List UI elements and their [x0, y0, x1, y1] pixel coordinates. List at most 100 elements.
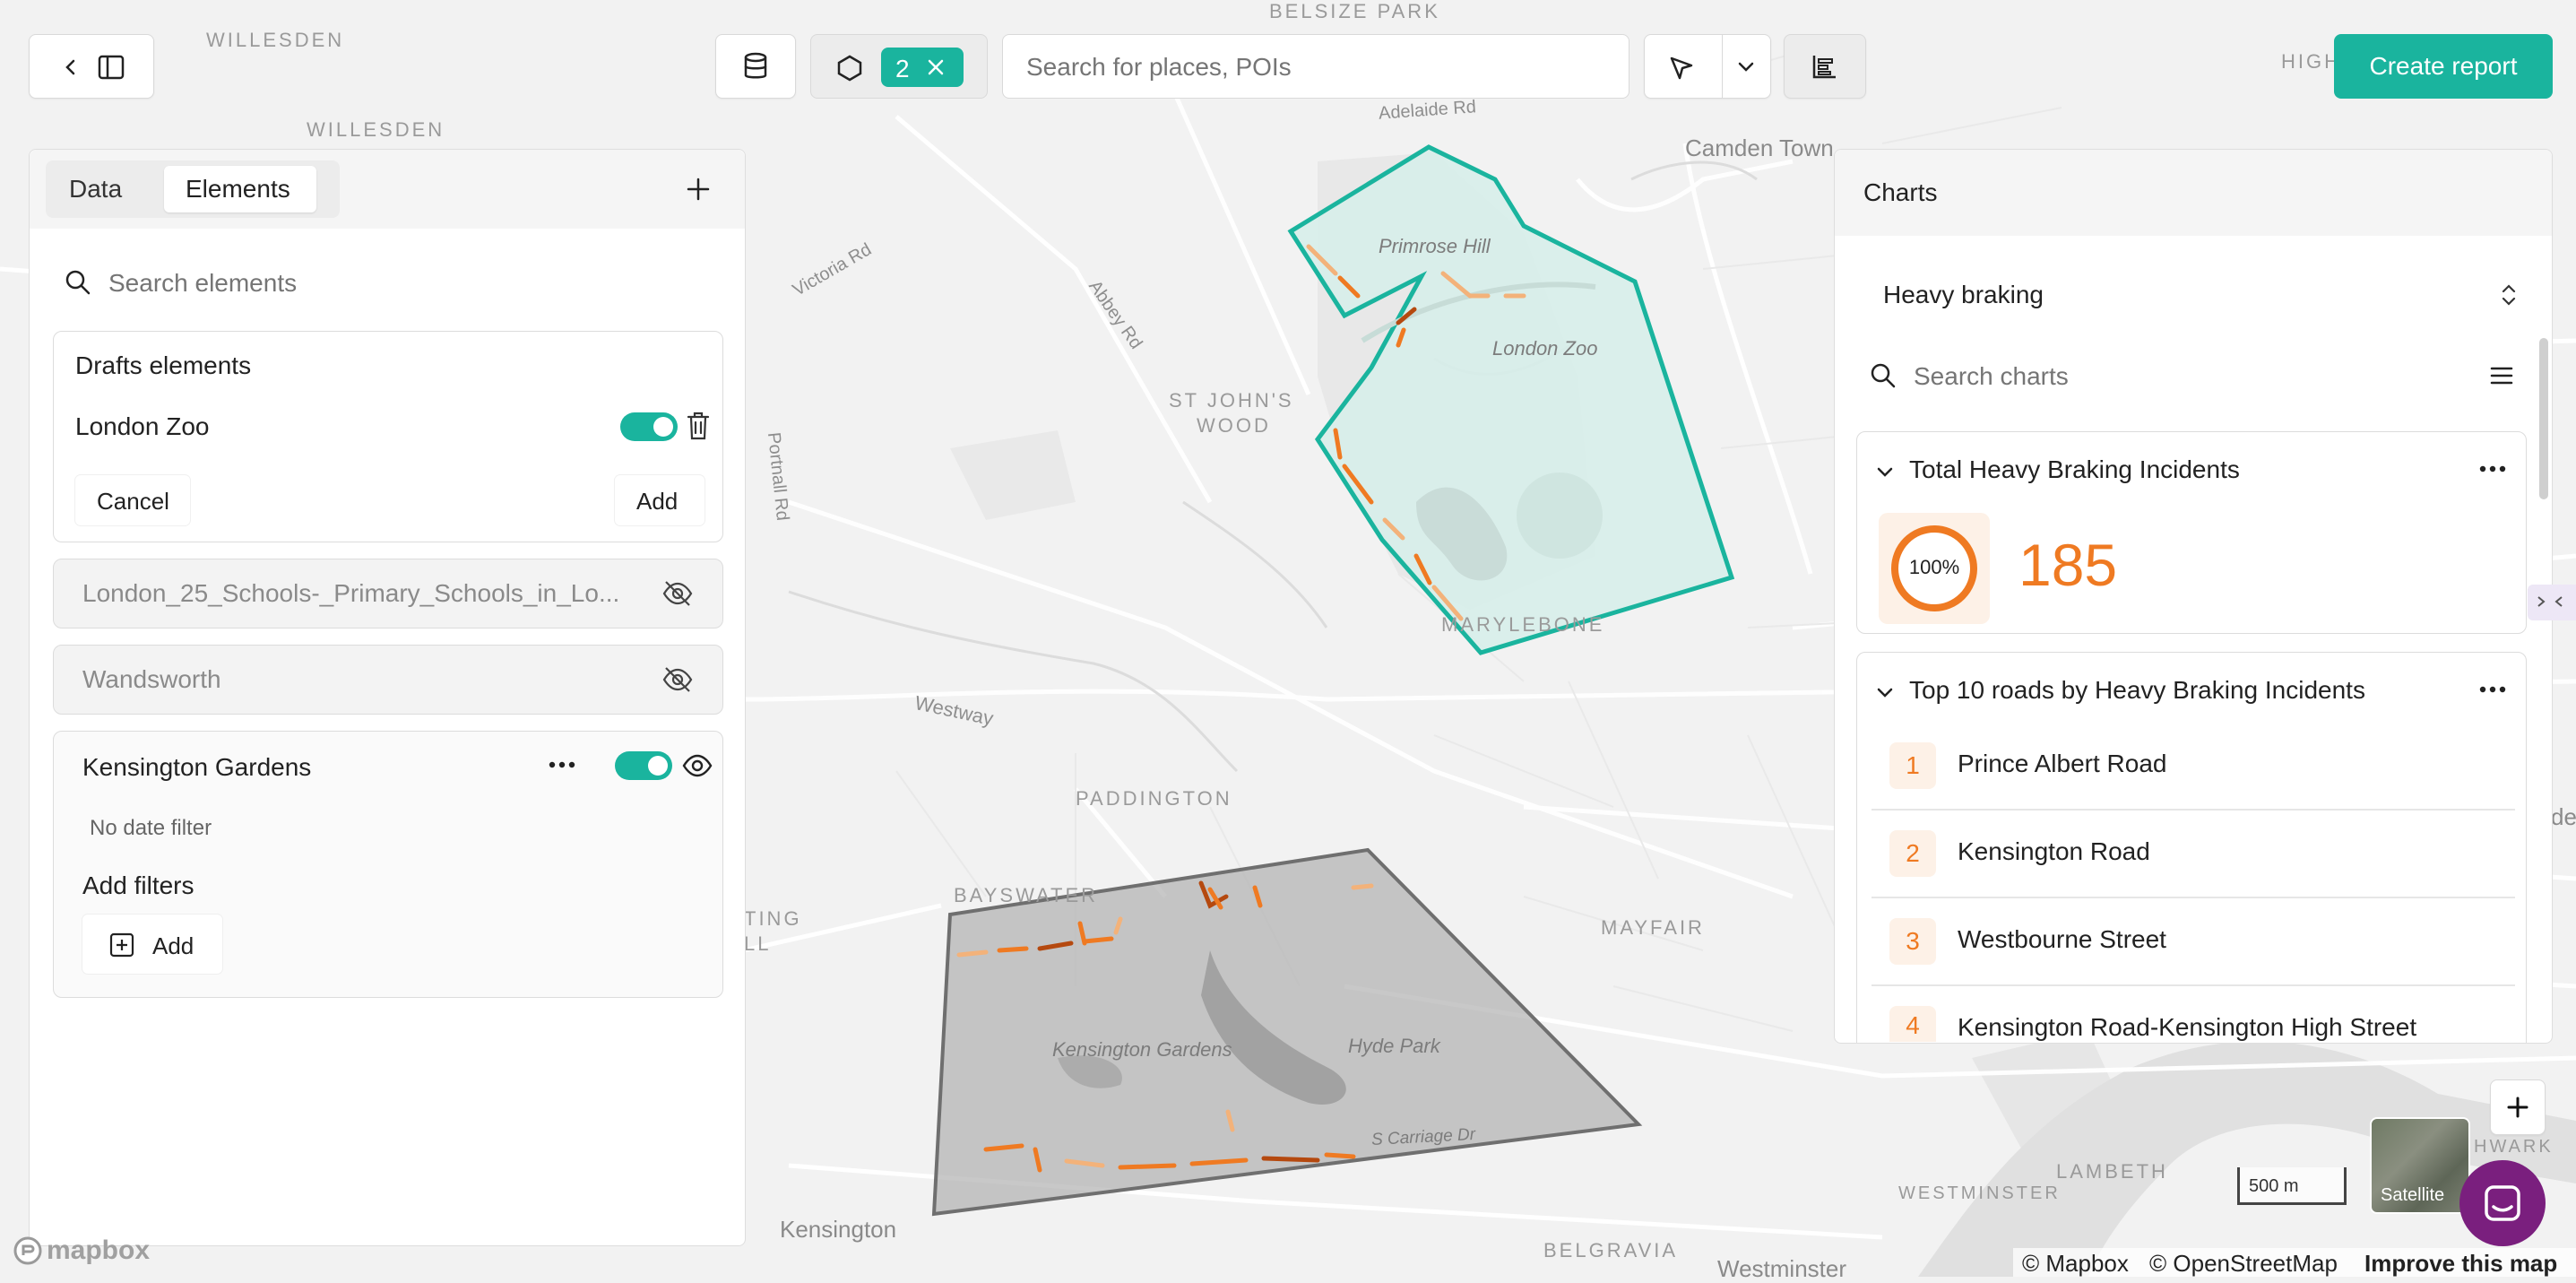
satellite-toggle[interactable]: Satellite	[2370, 1117, 2470, 1214]
back-sidebar-button[interactable]	[29, 34, 154, 99]
draft-item-name: London Zoo	[75, 412, 210, 440]
draft-visibility-toggle[interactable]	[620, 412, 678, 441]
road-name[interactable]: Kensington Road	[1958, 837, 2150, 866]
map-label: Camden Town	[1685, 134, 1834, 161]
plus-icon[interactable]	[686, 177, 711, 202]
metric-select-value: Heavy braking	[1883, 281, 2044, 308]
charts-scrollbar[interactable]	[2539, 338, 2548, 499]
cursor-arrow-icon[interactable]	[1668, 55, 1695, 82]
charts-header	[1835, 150, 2552, 236]
road-rank: 4	[1889, 1006, 1936, 1042]
charts-panel-toggle-button[interactable]	[1784, 34, 1866, 99]
element-visibility-toggle[interactable]	[615, 751, 672, 780]
create-report-button[interactable]: Create report	[2334, 34, 2553, 99]
sidebar-toggle-icon	[98, 55, 125, 80]
chevron-down-icon[interactable]	[1875, 685, 1895, 701]
percent-label: 100%	[1908, 556, 1960, 578]
drafts-title: Drafts elements	[75, 351, 252, 379]
layer-name: Wandsworth	[82, 665, 221, 693]
map-label: de	[2551, 803, 2576, 830]
tab-elements[interactable]: Elements	[164, 166, 316, 212]
hexagon-icon	[837, 55, 862, 82]
cancel-button[interactable]: Cancel	[75, 475, 190, 525]
elements-search-input[interactable]	[107, 263, 693, 304]
add-filter-button[interactable]: Add	[82, 915, 222, 974]
data-layers-button[interactable]	[715, 34, 796, 99]
chat-icon	[2485, 1185, 2520, 1221]
polygon-count: 2	[895, 55, 910, 82]
kensington-gardens-card: Kensington Gardens No date filter Add fi…	[53, 731, 723, 998]
element-name: Kensington Gardens	[82, 753, 312, 781]
mapbox-logo-icon	[13, 1236, 42, 1265]
row-divider	[1871, 809, 2515, 811]
polygon-count-badge[interactable]: 2	[881, 48, 964, 87]
charts-title: Charts	[1863, 178, 1938, 206]
charts-panel: Charts Heavy braking Total Heavy Braking…	[1834, 149, 2553, 1044]
selection-tool-group[interactable]	[1644, 34, 1771, 99]
metric-select[interactable]: Heavy braking	[1860, 257, 2528, 333]
row-divider	[1871, 984, 2515, 986]
scale-label: 500 m	[2249, 1176, 2299, 1196]
polygon-selection-chip[interactable]: 2	[810, 34, 988, 99]
tab-elements-label: Elements	[186, 175, 290, 203]
layer-item[interactable]: Wandsworth	[53, 645, 723, 715]
search-icon	[65, 270, 91, 295]
close-icon[interactable]	[926, 57, 946, 77]
map-label: BAYSWATER	[954, 884, 1099, 906]
add-filter-label: Add	[152, 932, 194, 959]
map-label: LAMBETH	[2056, 1160, 2168, 1183]
map-label: PADDINGTON	[1076, 787, 1232, 810]
add-draft-button[interactable]: Add	[615, 475, 705, 525]
place-search-box[interactable]	[1002, 34, 1629, 99]
chevron-down-icon[interactable]	[1875, 464, 1895, 481]
map-label: WILLESDEN	[307, 118, 445, 141]
map-label: WOOD	[1197, 414, 1271, 437]
map-label: HWARK	[2474, 1137, 2554, 1157]
total-value: 185	[2018, 532, 2118, 598]
map-label: TING	[744, 907, 802, 930]
map-label: Kensington	[780, 1216, 897, 1243]
total-incidents-card: Total Heavy Braking Incidents 100% 185	[1856, 431, 2527, 634]
chevron-down-icon[interactable]	[1736, 58, 1756, 76]
chat-support-button[interactable]	[2459, 1160, 2546, 1246]
more-options-icon[interactable]	[549, 760, 575, 769]
charts-search-input[interactable]	[1912, 356, 2435, 397]
tab-data[interactable]: Data	[69, 175, 122, 204]
collapse-handle[interactable]	[2528, 585, 2576, 620]
layer-item[interactable]: London_25_Schools-_Primary_Schools_in_Lo…	[53, 559, 723, 628]
menu-list-icon[interactable]	[2489, 365, 2514, 386]
road-name[interactable]: Westbourne Street	[1958, 925, 2166, 954]
zoom-in-button[interactable]	[2490, 1079, 2546, 1135]
satellite-label: Satellite	[2381, 1185, 2445, 1205]
plus-icon	[2507, 1097, 2528, 1118]
map-label: MAYFAIR	[1601, 916, 1705, 939]
card-title: Total Heavy Braking Incidents	[1909, 455, 2240, 483]
collapse-arrows-icon	[2537, 596, 2563, 607]
bar-chart-icon	[1812, 56, 1836, 79]
trash-icon[interactable]	[685, 411, 712, 441]
road-rank: 1	[1889, 742, 1936, 789]
mapbox-logo-text: mapbox	[47, 1235, 151, 1265]
attribution-mapbox[interactable]: © Mapbox	[2022, 1250, 2129, 1278]
plus-square-icon	[109, 932, 134, 958]
database-icon	[744, 52, 767, 79]
map-label: HIGH	[2281, 50, 2341, 73]
add-label: Add	[636, 488, 679, 515]
map-label: WILLESDEN	[206, 29, 345, 51]
elements-panel: Data Elements Drafts elements London Zoo…	[29, 149, 746, 1246]
road-name[interactable]: Kensington Road-Kensington High Street	[1958, 1013, 2416, 1042]
more-options-icon[interactable]	[2479, 464, 2506, 473]
percent-ring-tile: 100%	[1879, 513, 1990, 624]
road-name[interactable]: Prince Albert Road	[1958, 750, 2166, 778]
attribution-osm[interactable]: © OpenStreetMap	[2149, 1250, 2338, 1278]
eye-off-icon[interactable]	[661, 577, 694, 610]
more-options-icon[interactable]	[2479, 685, 2506, 694]
eye-off-icon[interactable]	[661, 663, 694, 696]
map-label: WESTMINSTER	[1898, 1183, 2061, 1203]
card-title: Top 10 roads by Heavy Braking Incidents	[1909, 676, 2365, 704]
eye-icon[interactable]	[681, 750, 713, 782]
add-filters-title: Add filters	[82, 871, 194, 899]
place-search-input[interactable]	[1024, 48, 1602, 87]
improve-map-link[interactable]: Improve this map	[2364, 1250, 2557, 1278]
map-label: BELSIZE PARK	[1269, 0, 1440, 22]
